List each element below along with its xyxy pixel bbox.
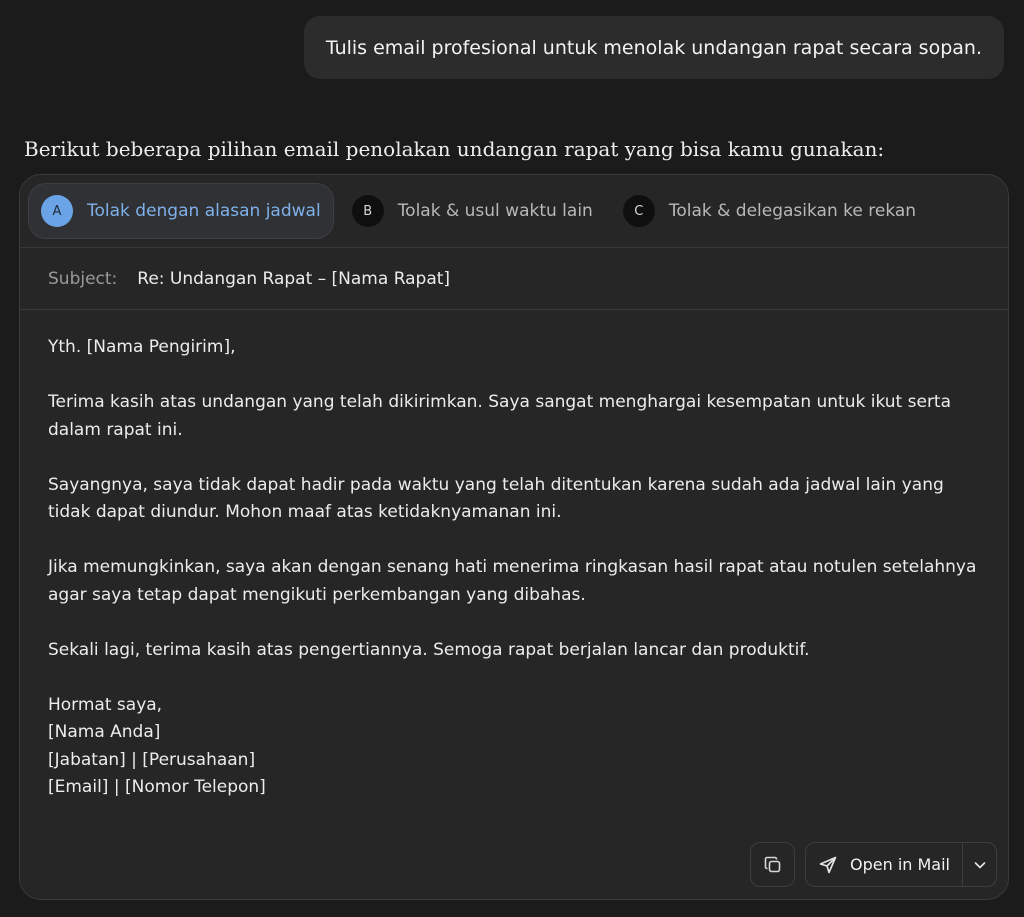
send-icon xyxy=(819,856,837,873)
tab-badge-c: C xyxy=(622,195,655,227)
tab-label-a: Tolak dengan alasan jadwal xyxy=(87,201,321,221)
assistant-intro-text: Berikut beberapa pilihan email penolakan… xyxy=(24,137,885,161)
subject-value: Re: Undangan Rapat – [Nama Rapat] xyxy=(137,268,451,289)
copy-icon xyxy=(764,856,780,872)
copy-button[interactable] xyxy=(750,842,795,887)
user-message-text: Tulis email profesional untuk menolak un… xyxy=(325,36,982,59)
mail-options-dropdown[interactable] xyxy=(963,843,996,886)
subject-label: Subject: xyxy=(48,268,118,289)
email-signature: Hormat saya, [Nama Anda] [Jabatan] | [Pe… xyxy=(48,692,978,802)
tab-label-c: Tolak & delegasikan ke rekan xyxy=(668,201,917,221)
signature-name: [Nama Anda] xyxy=(48,722,161,742)
signature-contact: [Email] | [Nomor Telepon] xyxy=(48,777,266,797)
tab-badge-a: A xyxy=(41,195,73,227)
email-paragraph-1: Terima kasih atas undangan yang telah di… xyxy=(48,392,952,440)
open-in-mail-label: Open in Mail xyxy=(850,855,950,874)
email-greeting: Yth. [Nama Pengirim], xyxy=(48,337,236,357)
tab-badge-b: B xyxy=(351,195,384,227)
email-option-tabs: A Tolak dengan alasan jadwal B Tolak & u… xyxy=(20,175,1008,248)
email-actions: Open in Mail xyxy=(750,842,997,887)
email-paragraph-4: Sekali lagi, terima kasih atas pengertia… xyxy=(48,639,810,660)
tab-option-a[interactable]: A Tolak dengan alasan jadwal xyxy=(28,183,334,239)
email-paragraph-3: Jika memungkinkan, saya akan dengan sena… xyxy=(48,557,977,605)
chevron-down-icon xyxy=(974,861,985,868)
open-in-mail-group: Open in Mail xyxy=(805,842,997,887)
email-options-card: A Tolak dengan alasan jadwal B Tolak & u… xyxy=(19,174,1009,900)
email-body: Yth. [Nama Pengirim], Terima kasih atas … xyxy=(20,310,1008,802)
tab-option-c[interactable]: C Tolak & delegasikan ke rekan xyxy=(611,183,928,239)
open-in-mail-button[interactable]: Open in Mail xyxy=(806,843,962,886)
chat-page: Tulis email profesional untuk menolak un… xyxy=(0,0,1024,917)
signature-title-company: [Jabatan] | [Perusahaan] xyxy=(48,749,256,770)
email-subject-row: Subject: Re: Undangan Rapat – [Nama Rapa… xyxy=(20,248,1008,310)
email-closing: Hormat saya, xyxy=(48,694,163,715)
user-message-bubble: Tulis email profesional untuk menolak un… xyxy=(303,16,1004,79)
tab-label-b: Tolak & usul waktu lain xyxy=(397,201,593,221)
tab-option-b[interactable]: B Tolak & usul waktu lain xyxy=(340,183,605,239)
email-paragraph-2: Sayangnya, saya tidak dapat hadir pada w… xyxy=(48,474,944,523)
